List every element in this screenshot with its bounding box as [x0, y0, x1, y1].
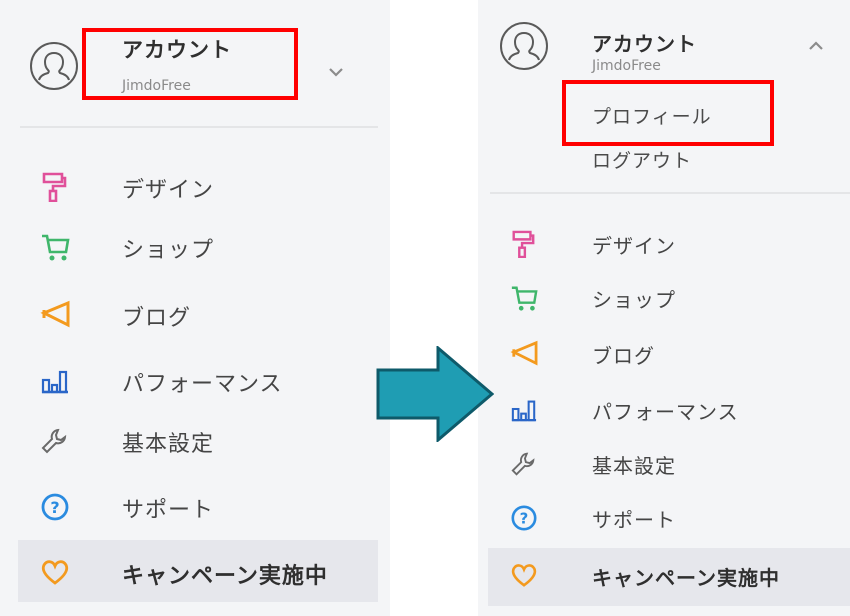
submenu-logout[interactable]: ログアウト	[592, 146, 692, 173]
sidebar-expanded: アカウント JimdoFree プロフィール ログアウト デザイン ショップ ブ…	[478, 0, 850, 616]
menu-label-campaign: キャンペーン実施中	[122, 564, 328, 589]
sidebar-collapsed: アカウント JimdoFree デザイン ショップ ブログ パフォーマンス 基本…	[0, 0, 390, 616]
menu-label-settings: 基本設定	[592, 454, 676, 478]
chevron-up-icon[interactable]	[808, 36, 824, 55]
svg-text:?: ?	[50, 498, 59, 517]
menu-label-design: デザイン	[592, 234, 676, 258]
menu-label-shop: ショップ	[122, 238, 215, 263]
paint-roller-icon	[510, 230, 538, 258]
bar-chart-icon	[40, 366, 68, 394]
menu-label-design: デザイン	[122, 178, 215, 203]
cart-icon	[40, 232, 70, 261]
menu-label-support: サポート	[592, 508, 676, 532]
megaphone-icon	[510, 340, 538, 368]
account-plan: JimdoFree	[592, 58, 661, 74]
menu-label-performance: パフォーマンス	[122, 372, 283, 397]
divider	[490, 192, 850, 194]
heart-icon	[510, 562, 538, 590]
menu-label-support: サポート	[122, 498, 215, 523]
wrench-icon	[510, 450, 538, 478]
menu-label-campaign: キャンペーン実施中	[592, 566, 780, 590]
account-title[interactable]: アカウント	[592, 28, 697, 57]
right-arrow-icon	[376, 346, 494, 442]
chevron-down-icon[interactable]	[328, 62, 344, 81]
menu-label-blog: ブログ	[122, 306, 192, 331]
paint-roller-icon	[40, 172, 68, 202]
menu-label-shop: ショップ	[592, 288, 676, 312]
menu-label-performance: パフォーマンス	[592, 400, 739, 424]
megaphone-icon	[40, 300, 70, 328]
help-circle-icon: ?	[40, 492, 69, 521]
highlight-profile-box	[562, 80, 774, 146]
heart-icon	[40, 558, 69, 586]
bar-chart-icon	[510, 396, 538, 424]
wrench-icon	[40, 426, 68, 454]
user-avatar-icon[interactable]	[500, 22, 548, 70]
cart-icon	[510, 284, 538, 312]
highlight-account-box	[82, 28, 298, 100]
svg-text:?: ?	[520, 510, 529, 528]
help-circle-icon: ?	[510, 504, 538, 532]
menu-label-settings: 基本設定	[122, 432, 215, 457]
user-avatar-icon[interactable]	[30, 42, 78, 90]
divider	[20, 126, 378, 128]
menu-label-blog: ブログ	[592, 344, 655, 368]
